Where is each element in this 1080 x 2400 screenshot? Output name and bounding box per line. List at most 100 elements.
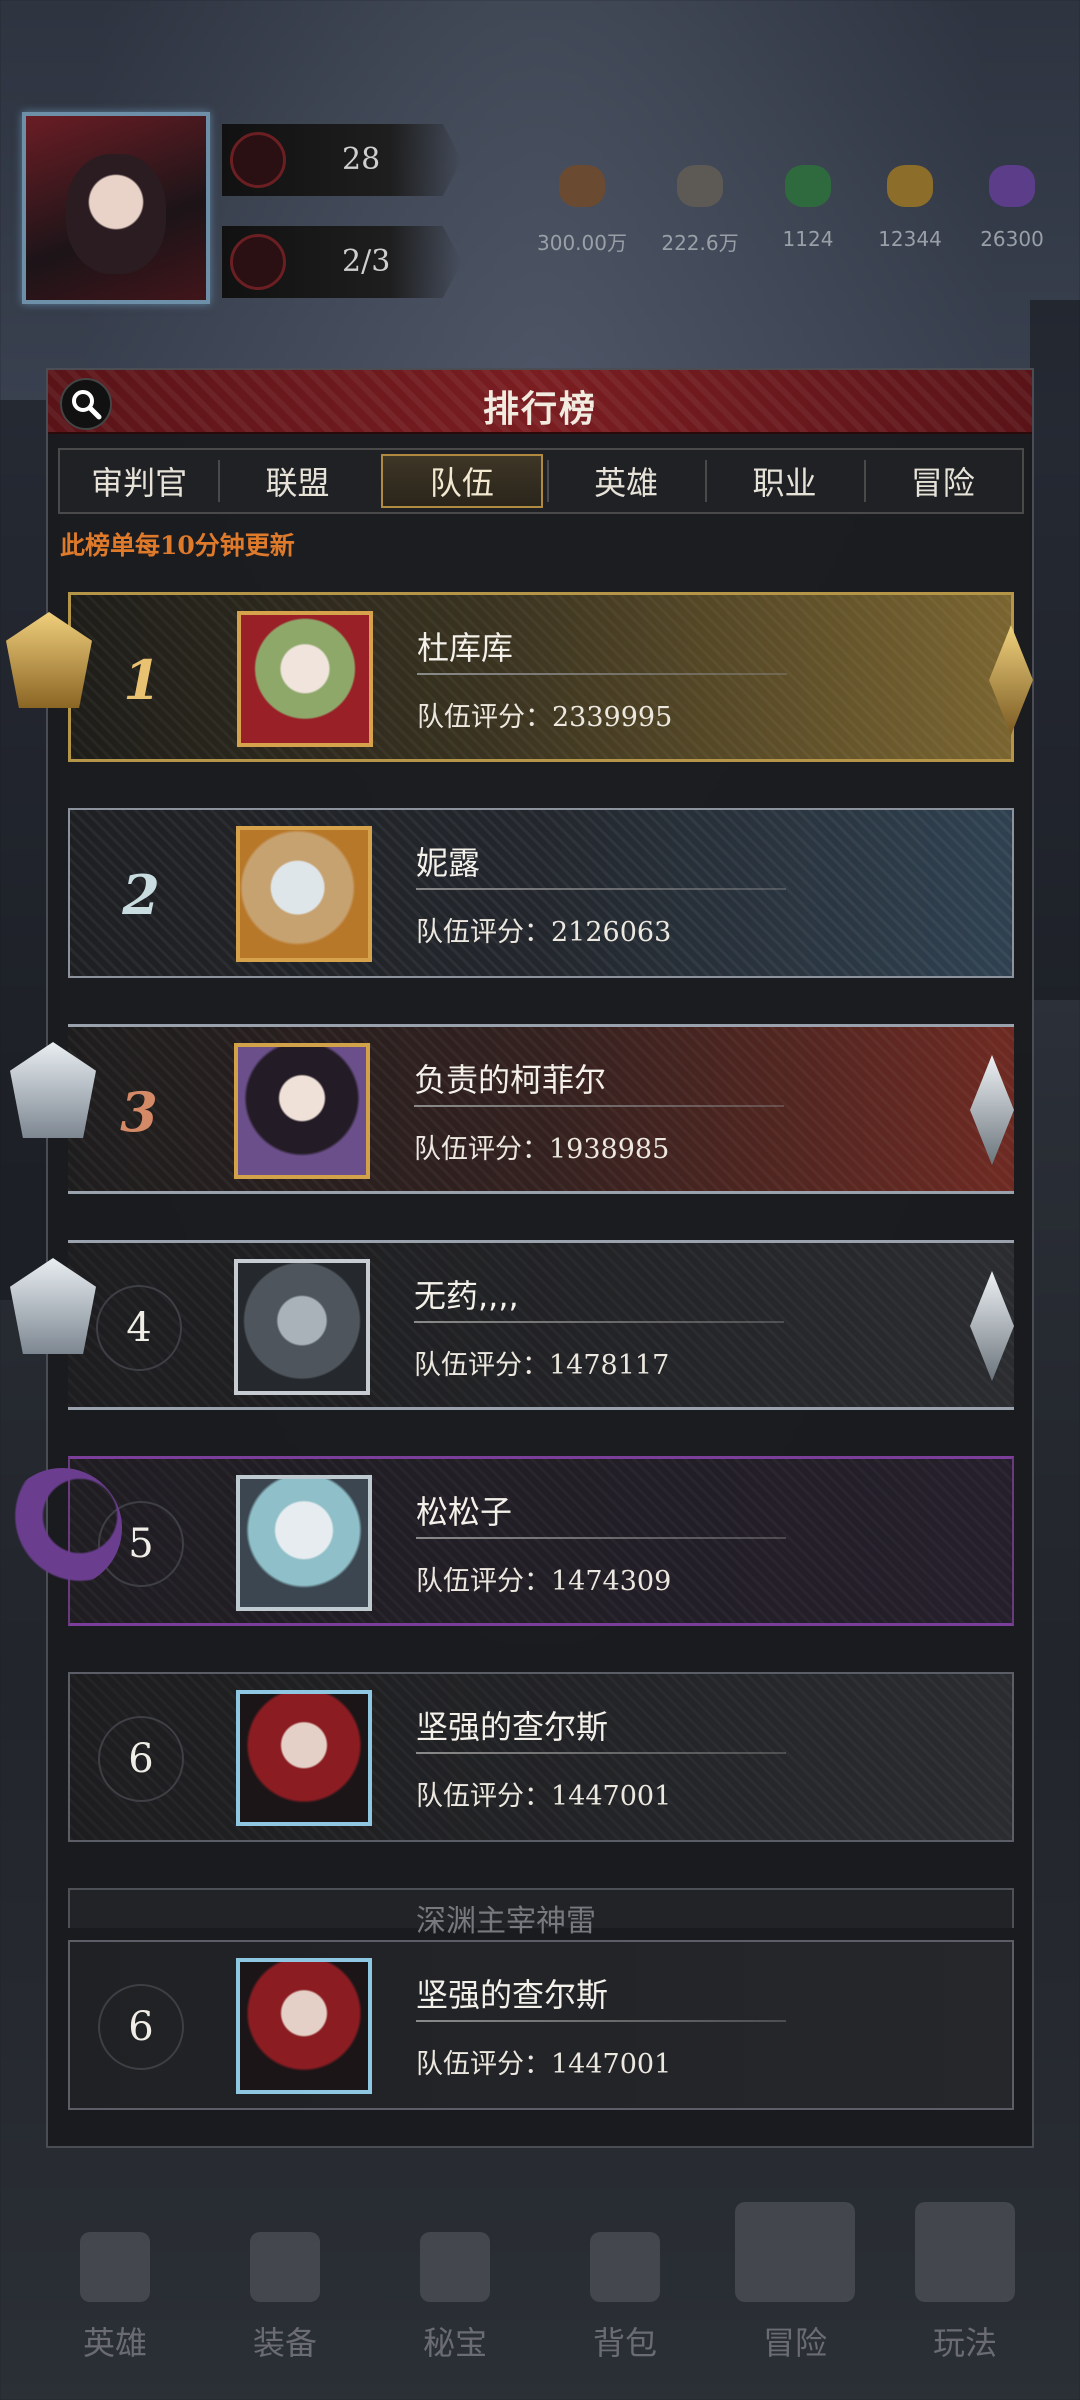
gold-side-ornament-icon: [989, 625, 1033, 735]
team-score: 队伍评分：2339995: [417, 702, 673, 733]
panel-header: 排行榜: [48, 370, 1032, 434]
row-divider: [414, 1321, 784, 1323]
ranking-row[interactable]: 2 妮露 队伍评分：2126063: [68, 808, 1014, 978]
avatar-portrait: [66, 154, 166, 274]
ranking-row-partial[interactable]: 深渊主宰神雷: [68, 1888, 1014, 1939]
player-name: 坚强的查尔斯: [416, 1708, 609, 1746]
tab-alliance[interactable]: 联盟: [218, 450, 376, 512]
resource-leather[interactable]: 300.00万: [536, 165, 628, 256]
tab-judge[interactable]: 审判官: [60, 450, 218, 512]
player-name: 杜库库: [417, 629, 514, 667]
nav-label: 背包: [592, 2324, 657, 2362]
team-score: 队伍评分：1447001: [416, 2049, 672, 2080]
nav-label: 装备: [252, 2324, 317, 2362]
nav-item-adventure[interactable]: 冒险: [730, 2202, 860, 2364]
resource-green-gem[interactable]: 1124: [762, 165, 854, 251]
player-name: 无药,,,,: [414, 1277, 519, 1315]
nav-label: 冒险: [762, 2324, 827, 2362]
team-score: 队伍评分：1478117: [414, 1350, 670, 1381]
ranking-row[interactable]: 6 坚强的查尔斯 队伍评分：1447001: [68, 1672, 1014, 1842]
row-divider: [416, 1752, 786, 1754]
nav-item-bag[interactable]: 背包: [560, 2232, 690, 2364]
row-divider: [416, 888, 786, 890]
moon-rank-badge-icon: [2, 1468, 122, 1588]
ranking-row[interactable]: 5 松松子 队伍评分：1474309: [68, 1456, 1014, 1626]
row-divider: [417, 673, 787, 675]
green-gem-icon: [785, 165, 831, 207]
rank-number: 1: [123, 648, 161, 712]
player-avatar[interactable]: [22, 112, 210, 304]
nav-item-equipment[interactable]: 装备: [220, 2232, 350, 2364]
ore-icon: [677, 165, 723, 207]
resource-purple-crystal[interactable]: 26300: [966, 165, 1058, 251]
update-notice: 此榜单每10分钟更新: [60, 531, 295, 560]
team-score: 队伍评分：1447001: [416, 1781, 672, 1812]
panel-title: 排行榜: [482, 388, 597, 430]
player-name: 松松子: [416, 1493, 513, 1531]
player-portrait: [236, 1475, 372, 1611]
player-portrait: [237, 611, 373, 747]
rank-number: 2: [122, 863, 160, 927]
nav-label: 玩法: [932, 2324, 997, 2362]
ranking-tabs: 审判官 联盟 队伍 英雄 职业 冒险: [58, 448, 1024, 514]
team-score: 队伍评分：1474309: [416, 1566, 672, 1597]
resource-value: 12344: [878, 227, 942, 251]
row-divider: [416, 1537, 786, 1539]
tab-adventure[interactable]: 冒险: [863, 450, 1022, 512]
player-name: 妮露: [416, 844, 481, 882]
gold-seed-icon: [887, 165, 933, 207]
team-score: 队伍评分：1938985: [414, 1134, 670, 1165]
energy-bar: 2/3: [222, 226, 462, 298]
resource-gold-seed[interactable]: 12344: [864, 165, 956, 251]
resource-ore[interactable]: 222.6万: [654, 165, 746, 256]
adventure-icon: [735, 2202, 855, 2302]
level-emblem-icon: [230, 132, 286, 188]
resource-value: 26300: [980, 227, 1044, 251]
player-portrait: [236, 826, 372, 962]
player-portrait: [236, 1958, 372, 2094]
nav-item-treasure[interactable]: 秘宝: [390, 2232, 520, 2364]
player-portrait: [236, 1690, 372, 1826]
team-score: 队伍评分：2126063: [416, 917, 672, 948]
ranking-panel: 排行榜 审判官 联盟 队伍 英雄 职业 冒险 此榜单每10分钟更新 1 杜库库 …: [2, 368, 1034, 2148]
nav-item-hero[interactable]: 英雄: [50, 2232, 180, 2364]
ranking-row[interactable]: 3 负责的柯菲尔 队伍评分：1938985: [68, 1024, 1014, 1194]
player-portrait: [234, 1043, 370, 1179]
ranking-row[interactable]: 4 无药,,,, 队伍评分：1478117: [68, 1240, 1014, 1410]
silver-side-ornament-icon: [970, 1055, 1014, 1165]
bag-icon: [590, 2232, 660, 2302]
player-name: 坚强的查尔斯: [416, 1976, 609, 2014]
energy-value: 2/3: [342, 244, 391, 279]
row-divider: [416, 2020, 786, 2022]
level-bar: 28: [222, 124, 462, 196]
bottom-nav: 英雄 装备 秘宝 背包 冒险 玩法: [0, 2150, 1080, 2400]
player-name: 深渊主宰神雷: [416, 1904, 596, 1939]
energy-emblem-icon: [230, 234, 286, 290]
ranking-row[interactable]: 1 杜库库 队伍评分：2339995: [68, 592, 1033, 762]
resource-value: 1124: [782, 227, 834, 251]
hero-icon: [80, 2232, 150, 2302]
rank-number: 3: [120, 1080, 158, 1144]
rank-number: 6: [98, 1984, 184, 2070]
player-name: 负责的柯菲尔: [414, 1061, 607, 1099]
my-ranking-row[interactable]: 6 坚强的查尔斯 队伍评分：1447001: [68, 1940, 1014, 2110]
purple-crystal-icon: [989, 165, 1035, 207]
tab-hero[interactable]: 英雄: [546, 450, 705, 512]
player-portrait: [234, 1259, 370, 1395]
resource-value: 222.6万: [661, 231, 739, 255]
rank-number: 6: [98, 1716, 184, 1802]
level-value: 28: [342, 142, 381, 177]
leather-icon: [559, 165, 605, 207]
tab-team[interactable]: 队伍: [380, 454, 543, 508]
gameplay-icon: [915, 2202, 1015, 2302]
treasure-icon: [420, 2232, 490, 2302]
rank-number: 4: [96, 1285, 182, 1371]
background-building-shadow: [1030, 300, 1080, 1000]
resource-value: 300.00万: [537, 231, 627, 255]
tab-class[interactable]: 职业: [705, 450, 863, 512]
silver-side-ornament-icon: [970, 1271, 1014, 1381]
equipment-icon: [250, 2232, 320, 2302]
nav-label: 秘宝: [422, 2324, 487, 2362]
nav-item-gameplay[interactable]: 玩法: [900, 2202, 1030, 2364]
nav-label: 英雄: [82, 2324, 147, 2362]
